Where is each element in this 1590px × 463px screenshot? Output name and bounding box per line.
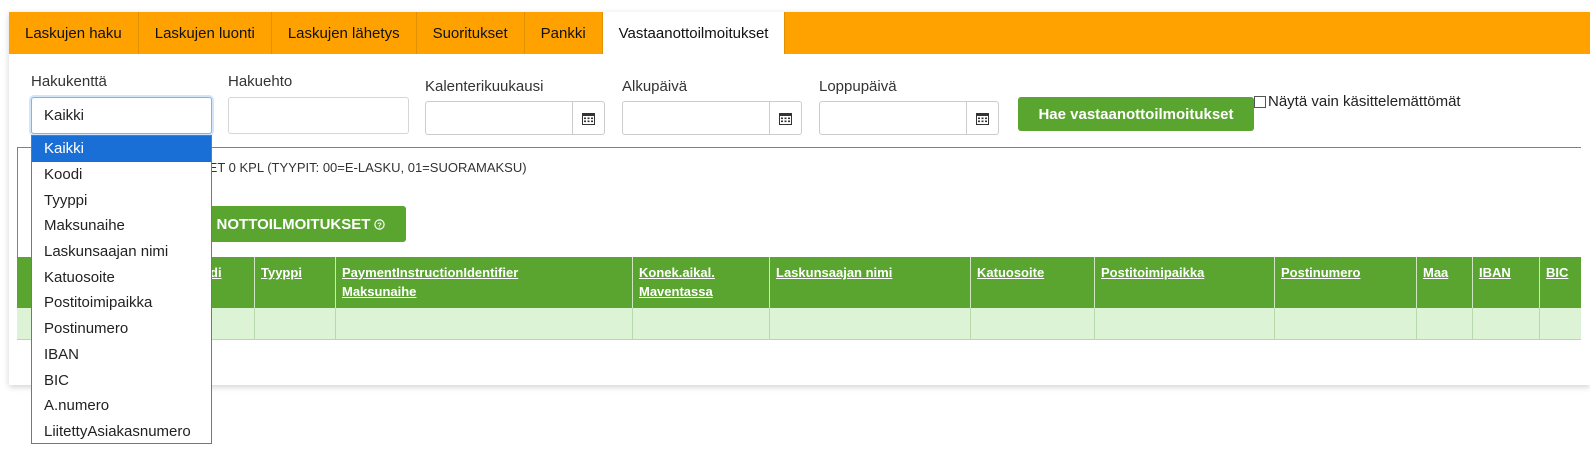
tab-vastaanottoilmoitukset[interactable]: Vastaanottoilmoitukset <box>602 12 786 54</box>
svg-text:?: ? <box>378 220 383 229</box>
kalenterikuukausi-label: Kalenterikuukausi <box>425 78 544 95</box>
table-cell <box>1094 308 1274 340</box>
column-header-maa[interactable]: Maa <box>1416 257 1472 308</box>
hakukentta-label: Hakukenttä <box>31 73 107 90</box>
hakuehto-input[interactable] <box>228 97 409 134</box>
column-header-label: Konek.aikal. <box>639 265 715 280</box>
column-header-konek[interactable]: Konek.aikal. Maventassa <box>632 257 769 308</box>
action-button[interactable]: NOTTOILMOITUKSET ? <box>196 206 406 242</box>
calendar-button[interactable] <box>573 101 605 135</box>
hakukentta-select[interactable]: Kaikki <box>31 97 212 134</box>
help-circle-icon: ? <box>374 218 386 230</box>
dropdown-option-bic[interactable]: BIC <box>32 367 211 393</box>
table-cell <box>1274 308 1416 340</box>
calendar-icon <box>779 112 792 125</box>
table-cell <box>1416 308 1472 340</box>
only-unhandled-filter: Näytä vain käsittelemättömät <box>1254 93 1461 110</box>
alkupaiva-label: Alkupäivä <box>622 78 688 95</box>
column-header-tyyppi[interactable]: Tyyppi <box>254 257 335 308</box>
only-unhandled-label: Näytä vain käsittelemättömät <box>1268 93 1461 110</box>
column-header-sublabel: Maventassa <box>639 284 713 299</box>
tab-laskujen-haku[interactable]: Laskujen haku <box>9 12 139 54</box>
dropdown-option-kaikki[interactable]: Kaikki <box>32 136 211 162</box>
dropdown-option-tyyppi[interactable]: Tyyppi <box>32 187 211 213</box>
calendar-icon <box>582 112 595 125</box>
column-header-label: Maa <box>1423 265 1449 280</box>
column-header-label: Postinumero <box>1281 265 1361 280</box>
column-header-katuosoite[interactable]: Katuosoite <box>970 257 1094 308</box>
calendar-button[interactable] <box>770 101 802 135</box>
dropdown-option-laskunsaajan-nimi[interactable]: Laskunsaajan nimi <box>32 239 211 265</box>
table-cell <box>1539 308 1581 340</box>
dropdown-option-liitetty-asiakasnumero[interactable]: LiitettyAsiakasnumero <box>32 419 211 445</box>
section-divider <box>17 147 1581 148</box>
table-header: di Tyyppi PaymentInstructionIdentifier Ma… <box>17 257 1581 308</box>
column-header-label: Laskunsaajan nimi <box>776 265 893 280</box>
dropdown-option-maksunaihe[interactable]: Maksunaihe <box>32 213 211 239</box>
tab-suoritukset[interactable]: Suoritukset <box>417 12 525 54</box>
loppupaiva-label: Loppupäivä <box>819 78 897 95</box>
dropdown-option-postitoimipaikka[interactable]: Postitoimipaikka <box>32 290 211 316</box>
column-header-label: Tyyppi <box>261 265 302 280</box>
tab-pankki[interactable]: Pankki <box>525 12 603 54</box>
column-header-label: PaymentInstructionIdentifier <box>342 265 519 280</box>
alkupaiva-input[interactable] <box>622 101 770 135</box>
column-header-laskunsaajan-nimi[interactable]: Laskunsaajan nimi <box>769 257 970 308</box>
calendar-button[interactable] <box>967 101 999 135</box>
column-header-label: BIC <box>1546 265 1569 280</box>
dropdown-option-iban[interactable]: IBAN <box>32 342 211 368</box>
tab-bar: Laskujen haku Laskujen luonti Laskujen l… <box>9 12 1590 54</box>
only-unhandled-checkbox[interactable] <box>1254 95 1266 108</box>
calendar-icon <box>976 112 989 125</box>
dropdown-option-anumero[interactable]: A.numero <box>32 393 211 419</box>
column-header-postitoimipaikka[interactable]: Postitoimipaikka <box>1094 257 1274 308</box>
hakuehto-label: Hakuehto <box>228 73 293 90</box>
table-cell <box>769 308 970 340</box>
column-header-label: Postitoimipaikka <box>1101 265 1205 280</box>
column-header-iban[interactable]: IBAN <box>1472 257 1539 308</box>
kalenterikuukausi-field <box>425 101 606 135</box>
column-header-sublabel: Maksunaihe <box>342 284 417 299</box>
dropdown-option-postinumero[interactable]: Postinumero <box>32 316 211 342</box>
loppupaiva-input[interactable] <box>819 101 967 135</box>
loppupaiva-field <box>819 101 1000 135</box>
result-count: SET 0 KPL (TYYPIT: 00=E-LASKU, 01=SUORAM… <box>200 160 527 175</box>
search-button[interactable]: Hae vastaanottoilmoitukset <box>1018 97 1254 131</box>
table-cell <box>970 308 1094 340</box>
action-button-label: NOTTOILMOITUKSET <box>216 215 371 233</box>
dropdown-option-koodi[interactable]: Koodi <box>32 162 211 188</box>
table-cell <box>254 308 335 340</box>
table-cell <box>632 308 769 340</box>
column-header-postinumero[interactable]: Postinumero <box>1274 257 1416 308</box>
kalenterikuukausi-input[interactable] <box>425 101 573 135</box>
alkupaiva-field <box>622 101 803 135</box>
section-divider-left <box>17 147 18 257</box>
column-header-label: IBAN <box>1479 265 1511 280</box>
tab-laskujen-luonti[interactable]: Laskujen luonti <box>139 12 272 54</box>
table-cell <box>335 308 632 340</box>
table-cell <box>1472 308 1539 340</box>
column-header-paymentinstruction[interactable]: PaymentInstructionIdentifier Maksunaihe <box>335 257 632 308</box>
table-row <box>17 308 1581 340</box>
dropdown-option-katuosoite[interactable]: Katuosoite <box>32 264 211 290</box>
column-header-label: Katuosoite <box>977 265 1045 280</box>
hakukentta-dropdown-list: Kaikki Koodi Tyyppi Maksunaihe Laskunsaa… <box>31 135 212 444</box>
tab-laskujen-lahetys[interactable]: Laskujen lähetys <box>272 12 417 54</box>
column-header-bic[interactable]: BIC <box>1539 257 1581 308</box>
